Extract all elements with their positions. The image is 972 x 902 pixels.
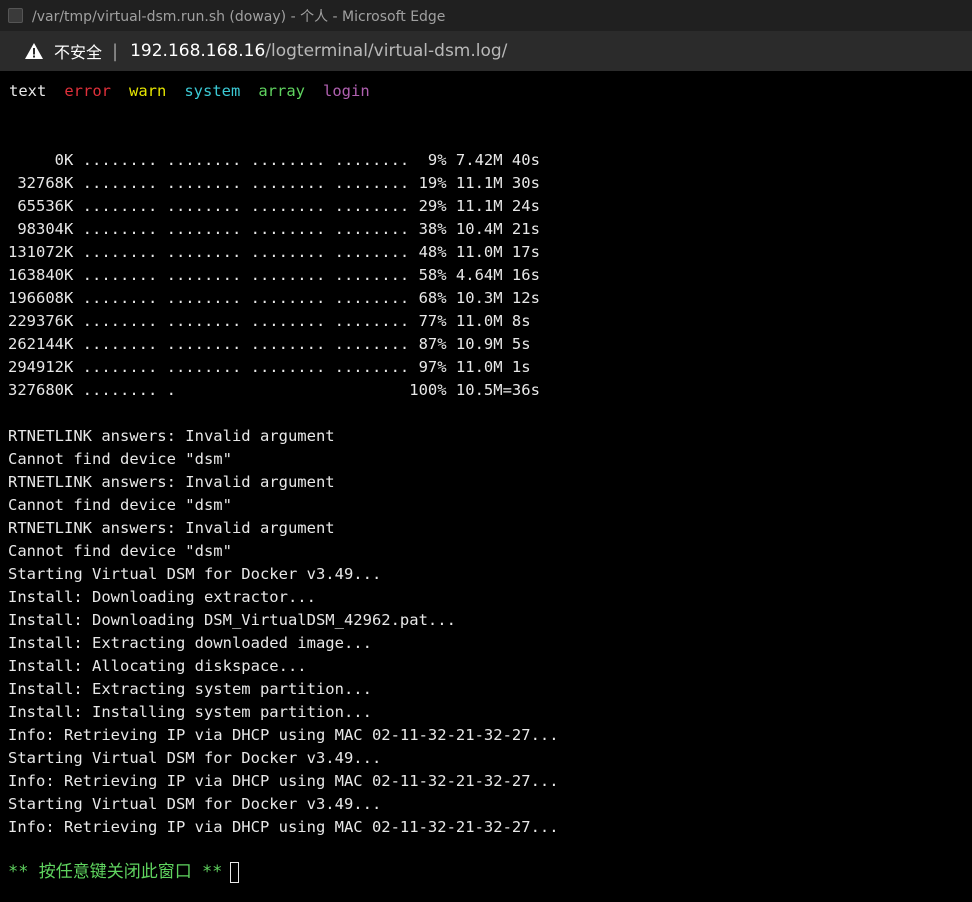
window-title: /var/tmp/virtual-dsm.run.sh (doway) - 个人… [32, 8, 446, 25]
address-separator: | [112, 40, 119, 62]
log-filter-bar: text error warn system array login [9, 81, 388, 101]
log-line: RTNETLINK answers: Invalid argument [8, 427, 335, 445]
log-line: Cannot find device "dsm" [8, 542, 232, 560]
filter-login[interactable]: login [323, 82, 370, 100]
log-line: RTNETLINK answers: Invalid argument [8, 473, 335, 491]
log-line: 262144K ........ ........ ........ .....… [8, 335, 531, 353]
close-prompt: ** 按任意键关闭此窗口 ** [8, 860, 240, 884]
log-line: 131072K ........ ........ ........ .....… [8, 243, 540, 261]
log-line: Install: Allocating diskspace... [8, 657, 307, 675]
log-line: Install: Extracting downloaded image... [8, 634, 372, 652]
log-line: Cannot find device "dsm" [8, 450, 232, 468]
url-path: /logterminal/virtual-dsm.log/ [265, 41, 508, 61]
title-bar[interactable]: /var/tmp/virtual-dsm.run.sh (doway) - 个人… [0, 0, 972, 31]
security-status-label[interactable]: 不安全 [54, 39, 102, 63]
log-line: Install: Downloading DSM_VirtualDSM_4296… [8, 611, 456, 629]
log-line: 294912K ........ ........ ........ .....… [8, 358, 531, 376]
app-icon [8, 8, 23, 23]
log-line: Install: Extracting system partition... [8, 680, 372, 698]
url-host: 192.168.168.16 [130, 41, 266, 61]
log-line: 65536K ........ ........ ........ ......… [8, 197, 540, 215]
close-prompt-text: ** 按任意键关闭此窗口 ** [8, 862, 223, 882]
address-bar[interactable]: 不安全 | 192.168.168.16/logterminal/virtual… [0, 31, 972, 71]
log-line: Install: Installing system partition... [8, 703, 372, 721]
warning-triangle-icon [25, 43, 43, 59]
log-line: 0K ........ ........ ........ ........ 9… [8, 151, 540, 169]
log-line: Starting Virtual DSM for Docker v3.49... [8, 749, 382, 767]
log-line: Starting Virtual DSM for Docker v3.49... [8, 795, 382, 813]
log-line: Info: Retrieving IP via DHCP using MAC 0… [8, 818, 559, 836]
log-line: Info: Retrieving IP via DHCP using MAC 0… [8, 726, 559, 744]
log-line: 98304K ........ ........ ........ ......… [8, 220, 540, 238]
filter-error[interactable]: error [64, 82, 111, 100]
filter-text[interactable]: text [9, 82, 46, 100]
url-field[interactable]: 192.168.168.16/logterminal/virtual-dsm.l… [130, 41, 507, 61]
warning-icon[interactable] [24, 41, 44, 61]
log-line: 163840K ........ ........ ........ .....… [8, 266, 540, 284]
log-line: 32768K ........ ........ ........ ......… [8, 174, 540, 192]
filter-array[interactable]: array [258, 82, 305, 100]
log-line: 229376K ........ ........ ........ .....… [8, 312, 531, 330]
filter-system[interactable]: system [184, 82, 240, 100]
log-line: RTNETLINK answers: Invalid argument [8, 519, 335, 537]
log-line: Starting Virtual DSM for Docker v3.49... [8, 565, 382, 583]
log-terminal[interactable]: text error warn system array login 0K .......… [0, 71, 972, 902]
log-line: Info: Retrieving IP via DHCP using MAC 0… [8, 772, 559, 790]
log-line: Install: Downloading extractor... [8, 588, 316, 606]
log-line: Cannot find device "dsm" [8, 496, 232, 514]
log-line: 196608K ........ ........ ........ .....… [8, 289, 540, 307]
log-line: 327680K ........ . 100% 10.5M=36s [8, 381, 540, 399]
cursor-block [230, 861, 240, 883]
filter-warn[interactable]: warn [129, 82, 166, 100]
log-output: 0K ........ ........ ........ ........ 9… [8, 149, 559, 839]
browser-window: /var/tmp/virtual-dsm.run.sh (doway) - 个人… [0, 0, 972, 902]
